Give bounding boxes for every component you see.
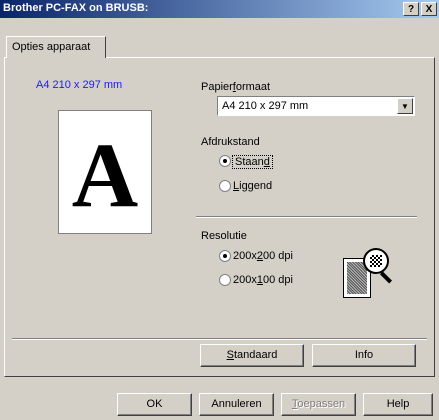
default-button[interactable]: Standaard	[200, 344, 304, 367]
tab-device-options[interactable]: Opties apparaat	[6, 36, 106, 58]
paper-format-label: Papierformaat	[201, 81, 271, 93]
ok-button[interactable]: OK	[117, 393, 192, 416]
radio-unselected-icon	[219, 274, 231, 286]
help-button[interactable]: Help	[363, 393, 433, 416]
dropdown-arrow-icon[interactable]: ▼	[397, 98, 413, 114]
page-preview: A	[58, 110, 152, 234]
radio-selected-icon	[219, 155, 231, 167]
radio-selected-icon	[219, 250, 231, 262]
help-title-button[interactable]: ?	[403, 2, 419, 16]
window-title: Brother PC-FAX on BRUSB:	[3, 2, 149, 14]
apply-button[interactable]: Toepassen	[281, 393, 356, 416]
close-title-button[interactable]: X	[421, 2, 437, 16]
cancel-button[interactable]: Annuleren	[199, 393, 274, 416]
info-button[interactable]: Info	[312, 344, 416, 367]
panel-divider	[12, 338, 427, 340]
resolution-label: Resolutie	[201, 230, 247, 242]
orientation-label: Afdrukstand	[201, 136, 260, 148]
resolution-magnifier-icon	[343, 248, 397, 300]
radio-unselected-icon	[219, 180, 231, 192]
paper-size-caption: A4 210 x 297 mm	[36, 79, 123, 91]
print-properties-dialog: Brother PC-FAX on BRUSB: ? X Opties appa…	[0, 0, 439, 420]
title-bar[interactable]: Brother PC-FAX on BRUSB: ? X	[0, 0, 439, 18]
group-divider	[196, 216, 417, 218]
paper-format-value: A4 210 x 297 mm	[222, 100, 309, 112]
preview-letter: A	[71, 124, 139, 226]
paper-format-select[interactable]: A4 210 x 297 mm ▼	[217, 96, 415, 116]
